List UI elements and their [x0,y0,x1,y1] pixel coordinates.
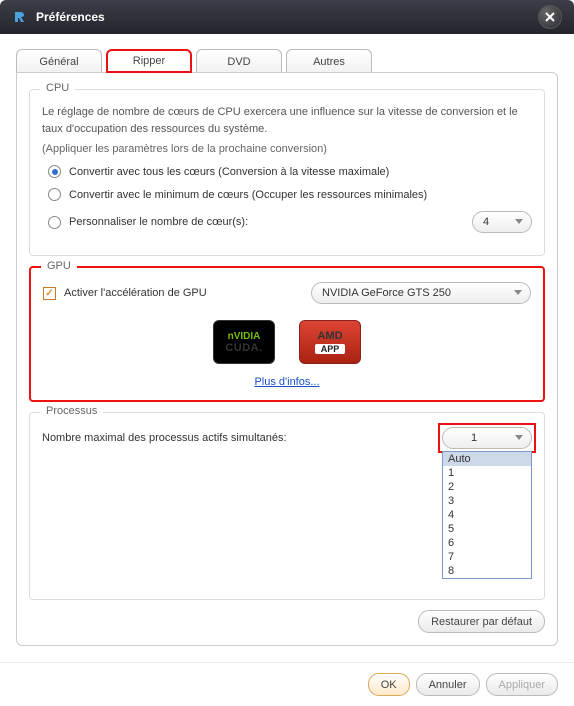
gpu-device-select[interactable]: NVIDIA GeForce GTS 250 [311,282,531,304]
process-group-title: Processus [40,405,103,417]
process-count-select[interactable]: 1 [442,427,532,449]
amd-app-badge: AMD APP [299,320,361,364]
process-option-4[interactable]: 4 [443,508,531,522]
tab-dvd[interactable]: DVD [196,49,282,73]
cuda-label: CUDA. [225,342,262,354]
amd-label: AMD [317,330,342,342]
app-logo-icon [12,9,28,25]
tab-general[interactable]: Général [16,49,102,73]
process-option-8[interactable]: 8 [443,564,531,578]
radio-all-cores[interactable] [48,165,61,178]
chevron-down-icon [514,290,522,295]
tab-panel: CPU Le réglage de nombre de cœurs de CPU… [16,72,558,646]
tab-bar: Général Ripper DVD Autres [16,48,558,72]
radio-custom-cores[interactable] [48,216,61,229]
process-option-auto[interactable]: Auto [443,452,531,466]
gpu-enable-checkbox[interactable] [43,287,56,300]
tab-ripper[interactable]: Ripper [106,49,192,73]
chevron-down-icon [515,219,523,224]
process-group: Processus Nombre maximal des processus a… [29,412,545,600]
radio-custom-cores-label: Personnaliser le nombre de cœur(s): [69,216,248,228]
cancel-button[interactable]: Annuler [416,673,480,696]
app-label: APP [315,344,346,354]
process-option-5[interactable]: 5 [443,522,531,536]
process-option-2[interactable]: 2 [443,480,531,494]
process-option-3[interactable]: 3 [443,494,531,508]
close-button[interactable] [538,5,562,29]
cpu-description: Le réglage de nombre de cœurs de CPU exe… [42,104,532,137]
restore-defaults-button[interactable]: Restaurer par défaut [418,610,545,633]
chevron-down-icon [515,435,523,440]
process-count-dropdown: Auto 1 2 3 4 5 6 7 8 [442,451,532,579]
cpu-note: (Appliquer les paramètres lors de la pro… [42,143,532,155]
apply-button[interactable]: Appliquer [486,673,558,696]
process-max-label: Nombre maximal des processus actifs simu… [42,432,287,444]
nvidia-cuda-badge: nVIDIA CUDA. [213,320,275,364]
more-info-link[interactable]: Plus d'infos... [43,376,531,388]
tab-autres[interactable]: Autres [286,49,372,73]
nvidia-label: nVIDIA [228,331,261,342]
gpu-group: GPU Activer l'accélération de GPU NVIDIA… [29,266,545,402]
gpu-group-title: GPU [41,260,77,272]
cores-select[interactable]: 4 [472,211,532,233]
gpu-device-value: NVIDIA GeForce GTS 250 [322,287,451,299]
cpu-group: CPU Le réglage de nombre de cœurs de CPU… [29,89,545,256]
process-option-1[interactable]: 1 [443,466,531,480]
ok-button[interactable]: OK [368,673,410,696]
process-count-value: 1 [471,432,477,444]
cpu-group-title: CPU [40,82,75,94]
gpu-enable-label: Activer l'accélération de GPU [64,287,207,299]
process-option-6[interactable]: 6 [443,536,531,550]
radio-min-cores-label: Convertir avec le minimum de cœurs (Occu… [69,189,427,201]
process-option-7[interactable]: 7 [443,550,531,564]
radio-min-cores[interactable] [48,188,61,201]
window-title: Préférences [36,10,538,24]
cores-select-value: 4 [483,216,489,228]
radio-all-cores-label: Convertir avec tous les cœurs (Conversio… [69,166,389,178]
